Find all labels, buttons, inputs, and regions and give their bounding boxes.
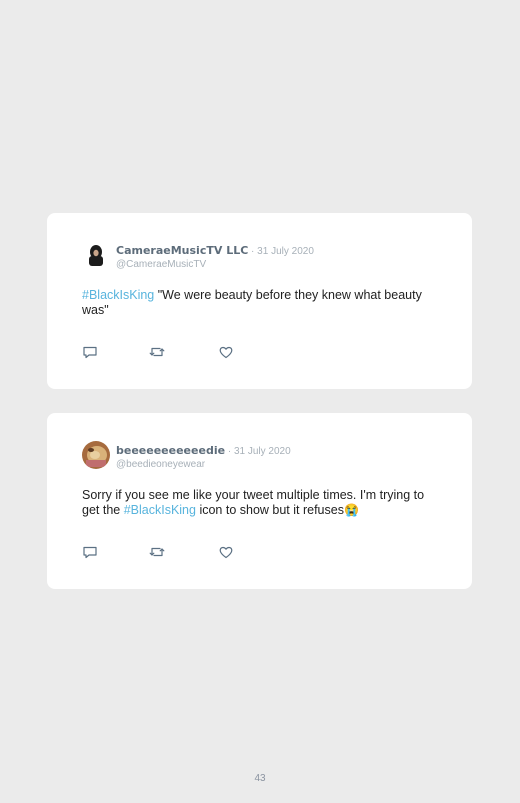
separator: · — [248, 246, 258, 257]
tweet-header: beeeeeeeeeeedie · 31 July 2020 @beedieon… — [116, 442, 291, 471]
page-number: 43 — [254, 773, 266, 784]
retweet-icon[interactable] — [149, 344, 165, 360]
avatar[interactable] — [82, 441, 110, 469]
tweet-date[interactable]: 31 July 2020 — [257, 246, 314, 257]
tweet-header: CameraeMusicTV LLC · 31 July 2020 @Camer… — [116, 242, 314, 271]
tweet-card: CameraeMusicTV LLC · 31 July 2020 @Camer… — [47, 213, 472, 389]
tweet-actions — [82, 344, 282, 360]
retweet-icon[interactable] — [149, 544, 165, 560]
reply-icon[interactable] — [82, 544, 98, 560]
tweet-body-end: icon to show but it refuses — [195, 503, 344, 517]
user-handle[interactable]: @CameraeMusicTV — [116, 258, 314, 271]
tweet-card: beeeeeeeeeeedie · 31 July 2020 @beedieon… — [47, 413, 472, 589]
hashtag-link[interactable]: #BlackIsKing — [124, 503, 196, 517]
reply-icon[interactable] — [82, 344, 98, 360]
separator: · — [225, 446, 234, 457]
hashtag-link[interactable]: #BlackIsKing — [82, 288, 154, 302]
avatar[interactable] — [82, 241, 110, 269]
display-name[interactable]: beeeeeeeeeeedie — [116, 444, 225, 457]
heart-icon[interactable] — [218, 344, 234, 360]
display-name[interactable]: CameraeMusicTV LLC — [116, 244, 248, 257]
tweet-actions — [82, 544, 282, 560]
heart-icon[interactable] — [218, 544, 234, 560]
tweet-text: Sorry if you see me like your tweet mult… — [82, 488, 442, 518]
crying-emoji-icon: 😭 — [343, 503, 359, 517]
tweet-text: #BlackIsKing "We were beauty before they… — [82, 288, 442, 318]
user-handle[interactable]: @beedieoneyewear — [116, 458, 291, 471]
tweet-date[interactable]: 31 July 2020 — [234, 446, 291, 457]
